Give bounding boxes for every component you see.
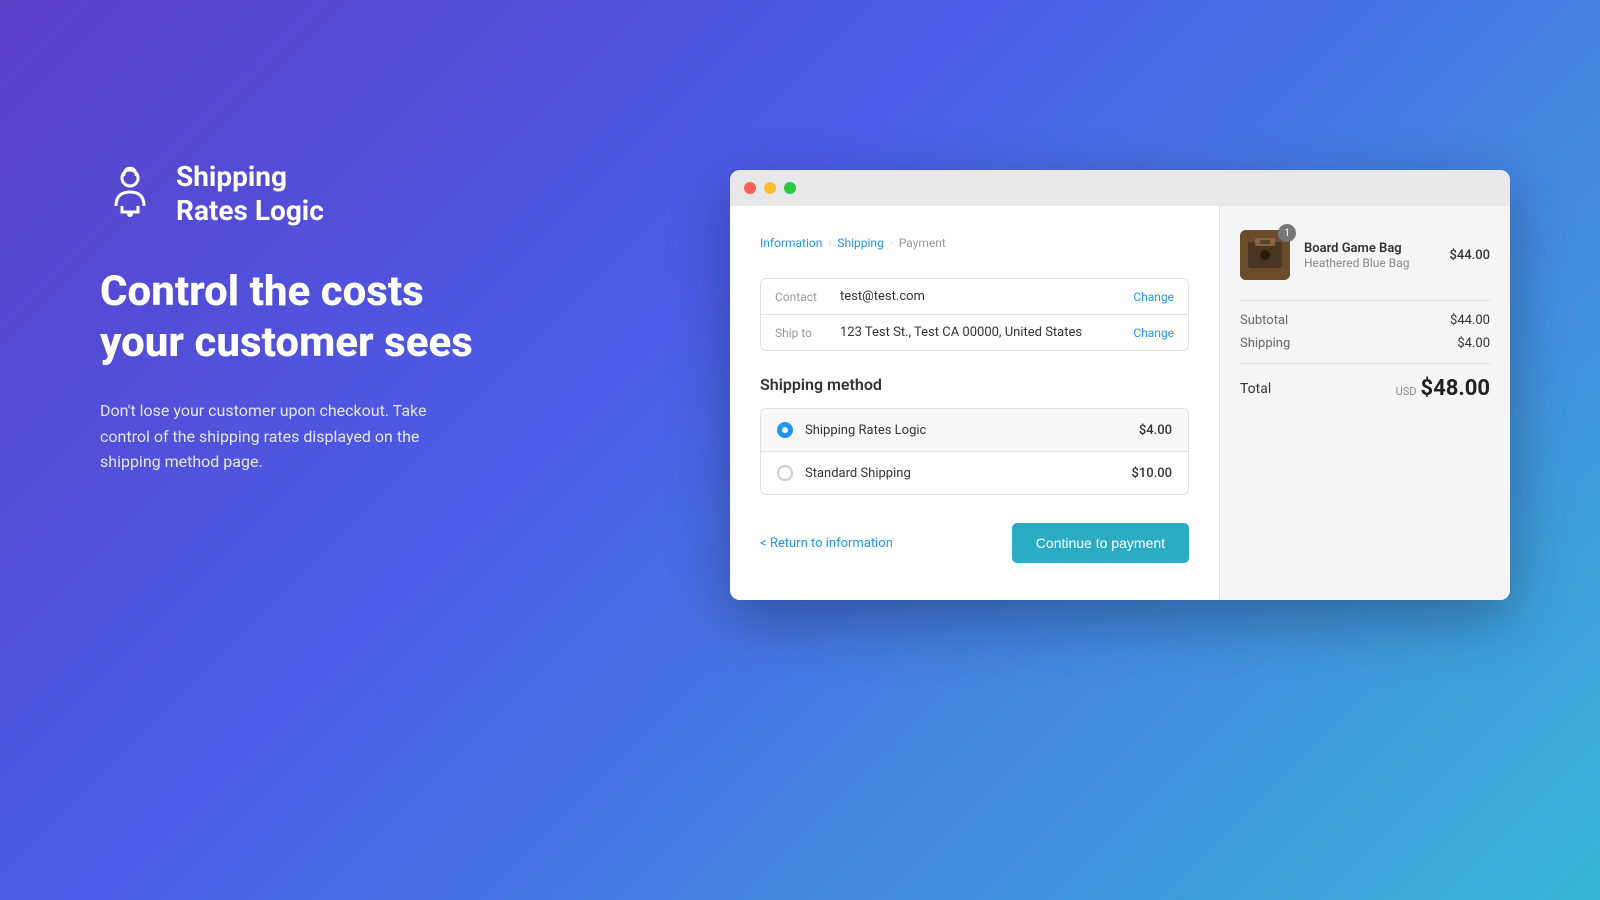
breadcrumb-shipping[interactable]: Shipping bbox=[837, 236, 883, 250]
radio-shipping-rates-logic[interactable] bbox=[777, 422, 793, 438]
logo-area: Shipping Rates Logic bbox=[100, 160, 600, 227]
subtotal-row: Subtotal $44.00 bbox=[1240, 313, 1490, 328]
logo-icon bbox=[100, 164, 160, 224]
browser-content: Information › Shipping › Payment Contact… bbox=[730, 206, 1510, 600]
option-name-0: Shipping Rates Logic bbox=[805, 423, 1127, 438]
total-amount: $48.00 bbox=[1421, 376, 1491, 401]
breadcrumb-sep2: › bbox=[890, 238, 893, 249]
shipping-option-0[interactable]: Shipping Rates Logic $4.00 bbox=[761, 409, 1188, 452]
breadcrumb-payment: Payment bbox=[899, 236, 946, 250]
continue-to-payment-button[interactable]: Continue to payment bbox=[1012, 523, 1189, 563]
item-thumbnail: 1 bbox=[1240, 230, 1290, 280]
order-item: 1 Board Game Bag Heathered Blue Bag $44.… bbox=[1240, 230, 1490, 280]
radio-standard-shipping[interactable] bbox=[777, 465, 793, 481]
shipping-option-1[interactable]: Standard Shipping $10.00 bbox=[761, 452, 1188, 494]
logo-text: Shipping Rates Logic bbox=[176, 160, 324, 227]
contact-value: test@test.com bbox=[840, 289, 1133, 304]
left-panel: Shipping Rates Logic Control the costs y… bbox=[100, 160, 600, 475]
contact-label: Contact bbox=[775, 290, 840, 304]
breadcrumb: Information › Shipping › Payment bbox=[760, 236, 1189, 250]
divider-1 bbox=[1240, 300, 1490, 301]
contact-row: Contact test@test.com Change bbox=[761, 279, 1188, 315]
shipping-method-title: Shipping method bbox=[760, 375, 1189, 394]
shipping-value: $4.00 bbox=[1457, 336, 1490, 351]
checkout-actions: Return to information Continue to paymen… bbox=[760, 523, 1189, 563]
shipto-row: Ship to 123 Test St., Test CA 00000, Uni… bbox=[761, 315, 1188, 350]
dot-green[interactable] bbox=[784, 182, 796, 194]
item-price: $44.00 bbox=[1449, 248, 1490, 263]
item-name: Board Game Bag bbox=[1304, 241, 1435, 256]
total-label: Total bbox=[1240, 381, 1271, 397]
shipping-label: Shipping bbox=[1240, 336, 1290, 351]
total-value: USD $48.00 bbox=[1396, 376, 1490, 401]
option-name-1: Standard Shipping bbox=[805, 466, 1119, 481]
browser-titlebar bbox=[730, 170, 1510, 206]
info-table: Contact test@test.com Change Ship to 123… bbox=[760, 278, 1189, 351]
shipto-change-link[interactable]: Change bbox=[1133, 326, 1174, 340]
dot-yellow[interactable] bbox=[764, 182, 776, 194]
item-details: Board Game Bag Heathered Blue Bag bbox=[1304, 241, 1435, 270]
contact-change-link[interactable]: Change bbox=[1133, 290, 1174, 304]
breadcrumb-information[interactable]: Information bbox=[760, 236, 822, 250]
divider-2 bbox=[1240, 363, 1490, 364]
checkout-left: Information › Shipping › Payment Contact… bbox=[730, 206, 1220, 600]
headline: Control the costs your customer sees bbox=[100, 267, 600, 368]
option-price-1: $10.00 bbox=[1131, 466, 1172, 481]
order-summary: 1 Board Game Bag Heathered Blue Bag $44.… bbox=[1220, 206, 1510, 600]
breadcrumb-sep1: › bbox=[828, 238, 831, 249]
shipto-value: 123 Test St., Test CA 00000, United Stat… bbox=[840, 325, 1133, 340]
item-quantity-badge: 1 bbox=[1278, 224, 1296, 242]
item-variant: Heathered Blue Bag bbox=[1304, 256, 1435, 270]
browser-window: Information › Shipping › Payment Contact… bbox=[730, 170, 1510, 600]
total-currency: USD bbox=[1396, 385, 1417, 398]
shipping-row: Shipping $4.00 bbox=[1240, 336, 1490, 351]
subtotal-value: $44.00 bbox=[1450, 313, 1490, 328]
total-row: Total USD $48.00 bbox=[1240, 376, 1490, 401]
option-price-0: $4.00 bbox=[1139, 423, 1172, 438]
shipping-options: Shipping Rates Logic $4.00 Standard Ship… bbox=[760, 408, 1189, 495]
subtext: Don't lose your customer upon checkout. … bbox=[100, 398, 480, 475]
shipto-label: Ship to bbox=[775, 326, 840, 340]
dot-red[interactable] bbox=[744, 182, 756, 194]
subtotal-label: Subtotal bbox=[1240, 313, 1288, 328]
return-to-information-link[interactable]: Return to information bbox=[760, 536, 893, 551]
